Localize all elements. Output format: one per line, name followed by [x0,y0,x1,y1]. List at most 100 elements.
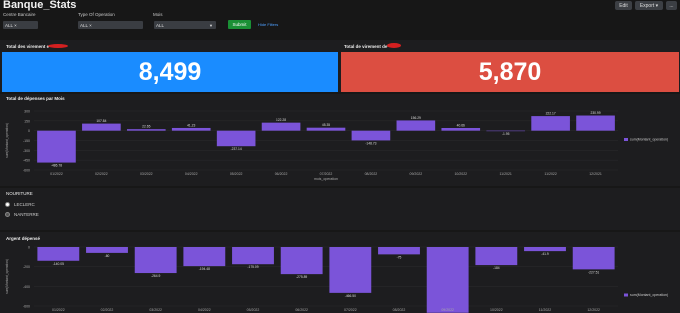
radio-label: NANTERRE [14,212,39,217]
type-filter-label: Type Of Operation [78,12,115,17]
x-tick-label: 11/2021 [499,172,511,176]
x-tick-label: 12/2021 [589,172,602,176]
x-tick-label: 06/2022 [275,172,288,176]
x-tick-label: 05/2022 [247,308,260,312]
bar [351,130,391,141]
data-label: 107.84 [96,119,106,123]
submit-button[interactable]: Submit [228,20,251,29]
bar [524,247,566,252]
data-label: -227.51 [588,270,599,274]
y-tick-label: -150 [23,139,30,143]
bar [37,130,76,163]
legend-label: sum(Montant_operation) [630,138,668,142]
x-tick-label: 03/2022 [140,172,153,176]
edit-button[interactable]: Edit [615,1,632,10]
data-label: -75 [397,255,402,259]
bar [378,247,420,255]
x-tick-label: 04/2022 [185,172,198,176]
legend-swatch [624,293,628,297]
mois-filter-value: ALL [156,22,165,28]
x-tick-label: 09/2022 [410,172,423,176]
kpi-value-2: 5,870 [341,52,679,92]
radio-unchecked-icon [5,212,10,217]
argent-panel: Argent dépensé 0 -200 -400 -600 sum(Montant_… [0,232,680,313]
y-tick-label: 0 [28,129,30,133]
bar [216,130,256,147]
data-label: -175.09 [247,265,258,269]
y-tick-label: 150 [24,119,30,123]
bar [576,115,615,131]
data-label: 230.99 [590,111,600,115]
data-label: 122.28 [276,118,286,122]
kpi-row: Total des virement e Total de virement d… [0,40,680,92]
chevron-down-icon: ▼ [209,22,213,28]
mois-filter-label: Mois [153,12,163,17]
bar [86,247,128,253]
data-label: -194.48 [199,267,210,271]
more-button[interactable]: ... [666,1,677,10]
data-label: -148.73 [365,141,376,145]
x-tick-label: 07/2022 [320,172,333,176]
nouriture-panel: NOURITURE LECLERC NANTERRE [0,188,680,230]
y-axis-label: sum(Montant_operation) [5,259,9,294]
mois-filter-select[interactable]: ALL ▼ [154,21,216,29]
bar [426,247,469,313]
bar [396,120,436,131]
bar [37,247,80,261]
data-label: -237.14 [231,147,242,151]
x-tick-label: 10/2022 [454,172,467,176]
chart1-svg: 300 150 0 -150 -300 -450 -600 sum(Montant_opera… [5,110,668,182]
type-filter-select[interactable]: ALL × [78,21,143,29]
bar [306,127,346,131]
bar [261,122,301,131]
dashboard-header: Banque_Stats Edit Export ▾ ... [0,0,680,12]
bar [126,129,166,131]
hide-filters-link[interactable]: Hide Filters [258,22,278,27]
data-label: 41.23 [187,123,195,127]
radio-title: NOURITURE [6,191,33,196]
centre-filter-select[interactable]: ALL × [3,21,38,29]
x-axis-label: mois_operation [314,177,338,181]
centre-filter-label: Centre Bancaire [3,12,36,17]
bar [329,247,372,293]
data-label: -140.05 [53,262,64,266]
data-label: -184 [493,266,500,270]
legend-swatch [624,138,628,141]
bar [134,247,177,274]
kpi-title-2: Total de virement de [344,44,388,49]
y-tick-label: -200 [23,265,30,269]
y-tick-label: 300 [24,110,30,114]
data-label: 22.65 [142,125,150,129]
radio-leclerc[interactable]: LECLERC [5,202,35,207]
x-tick-label: 11/2022 [544,172,556,176]
legend-label: sum(Montant_operation) [630,293,668,297]
y-axis-label: sum(Montant_operation) [5,123,9,158]
data-label: 40.66 [457,124,465,128]
x-tick-label: 01/2022 [52,308,65,312]
y-tick-label: -600 [23,169,30,173]
x-tick-label: 02/2022 [101,308,114,312]
y-tick-label: -450 [23,159,30,163]
radio-label: LECLERC [14,202,35,207]
bar [441,128,481,131]
x-tick-label: 07/2022 [344,308,357,312]
data-label: -1.95 [502,132,510,136]
data-label: 156.29 [411,116,421,120]
depenses-panel: Total de dépenses par Mois 300 150 0 -150 -3… [0,94,680,186]
data-label: -41.9 [541,252,549,256]
x-tick-label: 11/2022 [539,308,551,312]
radio-nanterre[interactable]: NANTERRE [5,212,39,217]
data-label: 45.35 [322,123,330,127]
x-tick-label: 02/2022 [95,172,108,176]
x-tick-label: 09/2022 [441,308,454,312]
chart2-svg: 0 -200 -400 -600 sum(Montant_operation) -140.… [5,246,668,313]
export-button[interactable]: Export ▾ [635,1,663,10]
bar [82,123,121,131]
x-tick-label: 10/2022 [490,308,503,312]
bar [183,247,226,267]
y-tick-label: -400 [23,285,30,289]
data-label: -486.78 [51,164,62,168]
data-label: -466.50 [345,294,356,298]
x-tick-label: 01/2022 [50,172,63,176]
kpi-title-1: Total des virement e [6,44,50,49]
